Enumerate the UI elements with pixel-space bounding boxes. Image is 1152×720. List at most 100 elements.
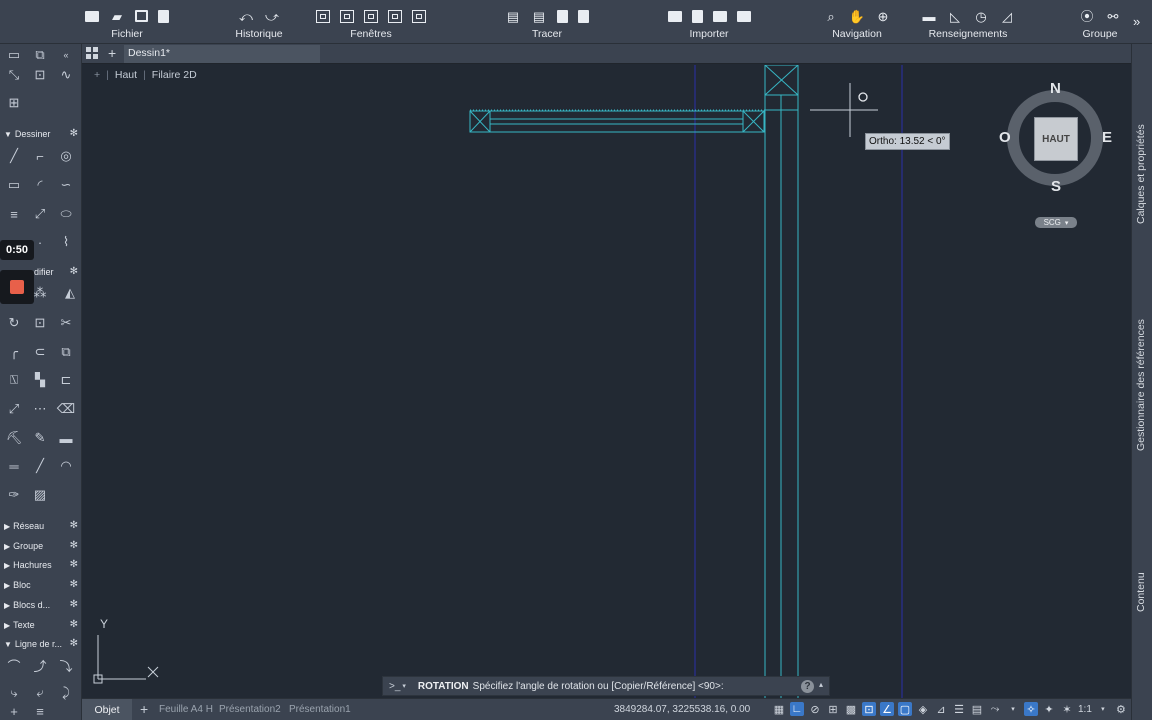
palette-section-bloc[interactable]: ▶ Bloc ✻ — [4, 579, 78, 590]
hatch-edit-icon[interactable]: ▨ — [30, 486, 50, 504]
palette-tool-copy-icon[interactable]: ⧉ — [30, 46, 50, 64]
viewcube[interactable]: HAUT N S E O — [999, 80, 1112, 195]
compass-south[interactable]: S — [1051, 178, 1061, 195]
palette-tool-layout-icon[interactable]: ▭ — [4, 46, 24, 64]
undo-icon[interactable]: ⤺ — [238, 9, 254, 23]
measure-area-icon[interactable]: ◿ — [999, 9, 1015, 23]
move-tool-icon[interactable]: ⊏ — [56, 371, 76, 389]
panel-calques-proprietes[interactable]: Calques et propriétés — [1135, 112, 1149, 224]
selection-cycling-icon[interactable]: ⤳ — [988, 702, 1002, 716]
viewcube-face-haut[interactable]: HAUT — [1034, 117, 1078, 161]
chamfer-tool-icon[interactable]: ◠ — [56, 457, 76, 475]
panel-gestionnaire-references[interactable]: Gestionnaire des références — [1135, 308, 1149, 451]
print-icon[interactable]: ▤ — [505, 9, 521, 23]
window-cascade-icon[interactable] — [340, 9, 354, 23]
ucs-dropdown[interactable]: SCG ▾ — [1035, 217, 1077, 228]
menu-icon[interactable]: ≡ — [30, 702, 50, 720]
snap-icon[interactable]: ∟ — [790, 702, 804, 716]
leader-remove-icon[interactable]: ⤷ — [4, 684, 24, 702]
annotation-scale-icon[interactable]: ✶ — [1060, 702, 1074, 716]
ribbon-group-tracer[interactable]: ▤ ▤ Tracer — [488, 6, 606, 42]
palette-section-ligne-ref[interactable]: ▼ Ligne de r... ✻ — [4, 638, 78, 649]
ribbon-group-importer[interactable]: Importer — [650, 6, 768, 42]
stretch-tool-icon[interactable]: ⍂ — [4, 371, 24, 389]
gear-icon[interactable]: ✻ — [70, 619, 78, 630]
match-props-icon[interactable]: ⛏ — [4, 429, 24, 447]
palette-tool-measure-icon[interactable]: ∿ — [56, 66, 76, 84]
gear-icon[interactable]: ✻ — [70, 540, 78, 551]
xref-icon[interactable] — [736, 10, 751, 22]
align-tool-icon[interactable]: ═ — [4, 457, 24, 475]
rectangle-tool-icon[interactable]: ▭ — [4, 176, 24, 194]
compass-north[interactable]: N — [1050, 80, 1061, 97]
leader-collect-icon[interactable]: ⤸ — [56, 684, 76, 702]
ribbon-expand-icon[interactable]: » — [1133, 14, 1140, 29]
break-tool-icon[interactable]: ⋯ — [30, 400, 50, 418]
isodraft-icon[interactable]: ∠ — [880, 702, 894, 716]
window-new-icon[interactable] — [388, 9, 402, 23]
tab-dessin1[interactable]: Dessin1* — [124, 45, 320, 63]
annotation-scale-value[interactable]: 1:1 — [1078, 704, 1092, 715]
scale-tool-icon[interactable]: ⊡ — [30, 314, 50, 332]
palette-section-reseau[interactable]: ▶ Réseau ✻ — [4, 520, 78, 531]
ribbon-group-navigation[interactable]: ⌕ ✋ ⊕ Navigation — [812, 6, 902, 42]
explode-tool-icon[interactable]: ▚ — [30, 371, 50, 389]
attach-icon[interactable] — [712, 10, 727, 22]
arc-tool-icon[interactable]: ◜ — [30, 176, 50, 194]
palette-tool-match-icon[interactable]: ⊡ — [30, 66, 50, 84]
zoom-icon[interactable]: ⌕ — [823, 9, 839, 23]
otrack-icon[interactable]: ⊿ — [934, 702, 948, 716]
edit-tool-icon[interactable]: ✎ — [30, 429, 50, 447]
mirror-tool-icon[interactable]: ◭ — [60, 284, 80, 302]
infer-icon[interactable]: ⊘ — [808, 702, 822, 716]
offset-tool-icon[interactable]: ⊂ — [30, 343, 50, 361]
gear-icon[interactable]: ✻ — [70, 638, 78, 649]
tab-feuille-a4[interactable]: Feuille A4 H — [159, 704, 213, 715]
batch-plot-icon[interactable]: ▤ — [531, 9, 547, 23]
3d-osnap-icon[interactable]: ◈ — [916, 702, 930, 716]
publish-icon[interactable] — [578, 9, 589, 23]
import-pdf-icon[interactable] — [691, 9, 703, 23]
annotation-autoscale-icon[interactable]: ✦ — [1042, 702, 1056, 716]
multileader-tool-icon[interactable]: ⤴ — [30, 656, 50, 674]
measure-radius-icon[interactable]: ◷ — [973, 9, 989, 23]
window-tile-icon[interactable] — [316, 9, 330, 23]
join-tool-icon[interactable]: ▬ — [56, 429, 76, 447]
compass-west[interactable]: O — [999, 129, 1011, 146]
lengthen-tool-icon[interactable]: ╱ — [30, 457, 50, 475]
new-tab-button[interactable]: + — [108, 45, 116, 61]
circle-tool-icon[interactable]: ◎ — [56, 147, 76, 165]
dynamic-input-icon[interactable]: ⊞ — [826, 702, 840, 716]
transparency-icon[interactable]: ▤ — [970, 702, 984, 716]
pedit-tool-icon[interactable]: ✑ — [4, 486, 24, 504]
copy-tool-icon[interactable]: ⧉ — [56, 343, 76, 361]
gear-icon[interactable]: ✻ — [70, 520, 78, 531]
fillet-tool-icon[interactable]: ╭ — [4, 343, 24, 361]
annotation-visibility-icon[interactable]: ✧ — [1024, 702, 1038, 716]
add-layout-icon[interactable]: + — [140, 701, 148, 717]
ribbon-group-historique[interactable]: ⤺ ⤻ Historique — [228, 6, 290, 42]
polar-icon[interactable]: ⊡ — [862, 702, 876, 716]
measure-distance-icon[interactable]: ▬ — [921, 9, 937, 23]
save-as-icon[interactable] — [158, 9, 169, 23]
spline-tool-icon[interactable]: ∽ — [56, 176, 76, 194]
construction-line-icon[interactable]: ⤢ — [30, 205, 50, 223]
leader-tool-icon[interactable]: ⌒ — [4, 656, 24, 674]
compass-east[interactable]: E — [1102, 129, 1112, 146]
measure-angle-icon[interactable]: ◺ — [947, 9, 963, 23]
grid-icon[interactable]: ▦ — [772, 702, 786, 716]
chevron-down-icon[interactable]: ▾ — [1006, 702, 1020, 716]
chevron-down-icon[interactable]: ▾ — [1096, 702, 1110, 716]
ortho-icon[interactable]: ▩ — [844, 702, 858, 716]
command-line[interactable]: >_ ▾ ROTATION Spécifiez l'angle de rotat… — [382, 676, 830, 696]
redo-icon[interactable]: ⤻ — [264, 9, 280, 23]
lineweight-icon[interactable]: ☰ — [952, 702, 966, 716]
record-stop-button[interactable] — [0, 270, 34, 304]
panel-contenu[interactable]: Contenu — [1135, 568, 1149, 612]
ribbon-group-fichier[interactable]: ▰ Fichier — [70, 6, 184, 42]
palette-section-groupe[interactable]: ▶ Groupe ✻ — [4, 540, 78, 551]
command-prompt-icon[interactable]: >_ — [389, 681, 400, 692]
group-icon[interactable]: ⦿ — [1079, 9, 1095, 23]
revcloud-tool-icon[interactable]: ⌇ — [56, 233, 76, 251]
drawing-canvas[interactable]: + | Haut | Filaire 2D Y Ortho: 13.52 < 0… — [82, 65, 1131, 700]
